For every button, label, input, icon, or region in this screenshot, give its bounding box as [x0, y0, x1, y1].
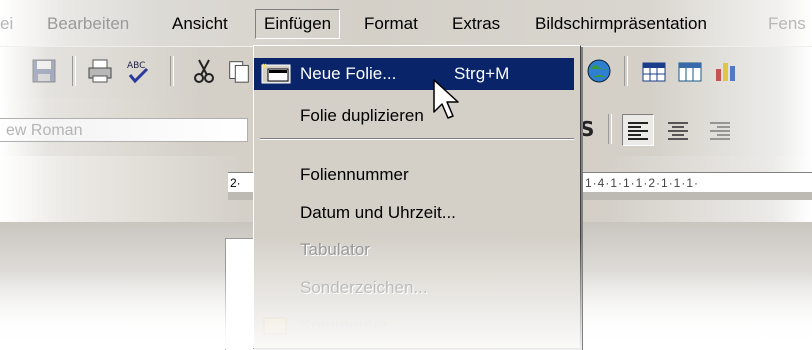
menu-extras[interactable]: Extras: [452, 13, 500, 35]
menu-bildschirmpraesentation[interactable]: Bildschirmpräsentation: [535, 13, 707, 35]
menu-item-label: Tabulator: [300, 240, 370, 259]
toolbar-separator: [170, 56, 174, 86]
print-icon[interactable]: [86, 57, 114, 85]
menu-format[interactable]: Format: [364, 13, 418, 35]
menu-item-neue-folie[interactable]: Neue Folie... Strg+M: [254, 58, 574, 90]
menu-item-label: Folie duplizieren: [300, 106, 424, 125]
svg-text:ABC: ABC: [127, 61, 145, 71]
menu-item-datum-und-uhrzeit[interactable]: Datum und Uhrzeit...: [254, 197, 574, 229]
spellcheck-icon[interactable]: ABC: [124, 57, 152, 85]
insert-excel-table-icon[interactable]: [676, 57, 704, 85]
hyperlink-icon[interactable]: [585, 57, 613, 85]
menu-einfuegen[interactable]: Einfügen: [255, 9, 341, 39]
toolbar-separator: [72, 56, 76, 86]
menu-item-label: Neue Folie...: [300, 64, 397, 83]
cut-icon[interactable]: [190, 57, 218, 85]
menu-item-label: Kommentar: [300, 316, 388, 335]
einfuegen-dropdown-menu: Neue Folie... Strg+M Folie duplizieren F…: [253, 45, 582, 350]
font-name-field[interactable]: ew Roman: [0, 118, 248, 142]
align-right-icon[interactable]: [706, 116, 734, 144]
menu-item-label: Sonderzeichen...: [300, 278, 428, 297]
new-slide-icon: [261, 63, 291, 84]
copy-icon[interactable]: [226, 57, 252, 85]
menu-item-kommentar[interactable]: Kommentar: [254, 310, 574, 342]
menu-item-sonderzeichen: Sonderzeichen...: [254, 272, 574, 304]
ruler-left-label: 2·: [230, 176, 241, 190]
menu-item-shortcut: Strg+M: [454, 64, 510, 83]
align-center-icon[interactable]: [664, 116, 692, 144]
svg-text:S: S: [580, 117, 594, 141]
insert-chart-icon[interactable]: [712, 57, 740, 85]
mouse-cursor-icon: [433, 79, 459, 119]
comment-icon: [263, 317, 287, 335]
menu-item-label: Datum und Uhrzeit...: [300, 203, 456, 222]
insert-table-icon[interactable]: [640, 57, 668, 85]
menu-fenster[interactable]: Fens: [768, 13, 806, 35]
menu-bearbeiten[interactable]: Bearbeiten: [47, 13, 129, 35]
align-left-icon[interactable]: [622, 114, 654, 146]
menu-bar: ei Bearbeiten Ansicht Einfügen Format Ex…: [0, 0, 812, 46]
shadow-text-icon[interactable]: S: [579, 116, 599, 142]
save-icon[interactable]: [30, 57, 58, 85]
menu-item-label: Foliennummer: [300, 165, 409, 184]
toolbar-separator: [608, 114, 612, 144]
menu-ansicht[interactable]: Ansicht: [172, 13, 228, 35]
toolbar-separator: [624, 56, 628, 86]
menu-datei[interactable]: ei: [0, 13, 13, 35]
ruler-right-label: ·1·4·1·1·1·2·1·1·1·: [580, 176, 700, 190]
menu-separator: [260, 138, 574, 140]
menu-item-folie-duplizieren[interactable]: Folie duplizieren: [254, 100, 574, 132]
menu-item-foliennummer[interactable]: Foliennummer: [254, 159, 574, 191]
menu-item-tabulator: Tabulator: [254, 234, 574, 266]
